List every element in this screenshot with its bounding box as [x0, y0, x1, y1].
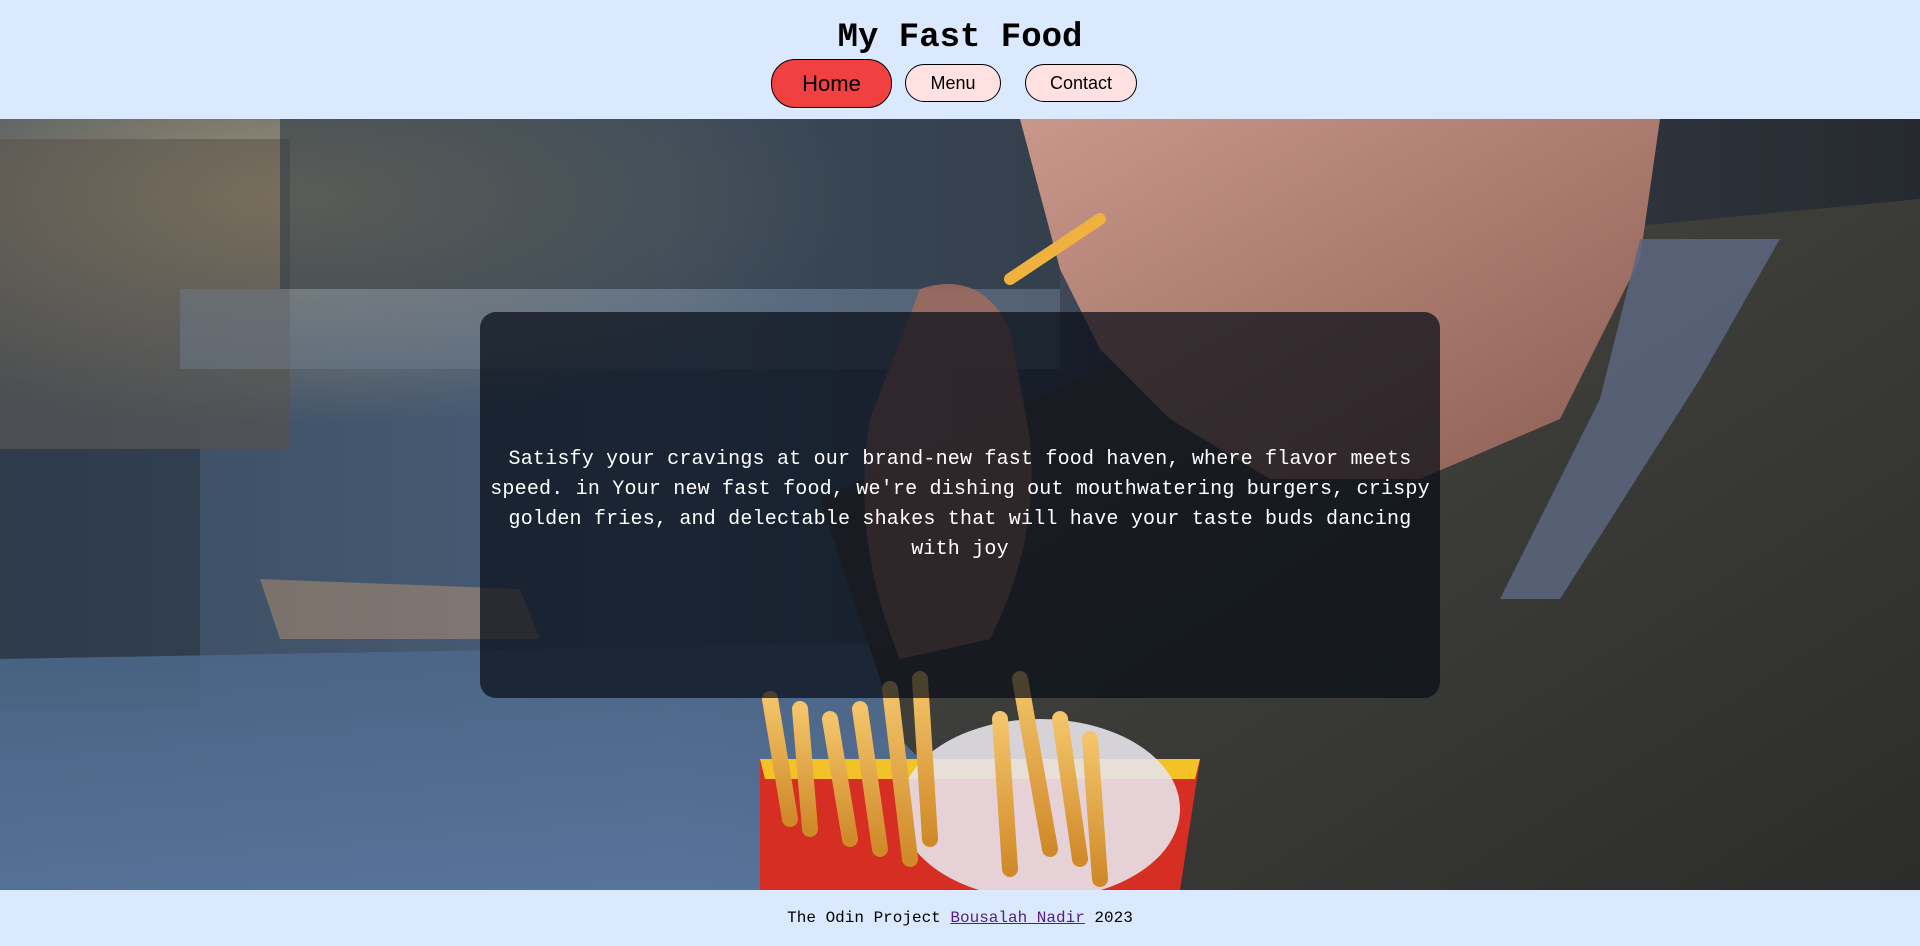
site-title: My Fast Food [837, 19, 1083, 57]
hero-description: Satisfy your cravings at our brand-new f… [490, 448, 1430, 561]
site-footer: The Odin Project Bousalah Nadir 2023 [0, 890, 1920, 946]
footer-year: 2023 [1094, 909, 1133, 927]
main-nav: Home Menu Contact [0, 59, 1920, 109]
hero-section: Satisfy your cravings at our brand-new f… [0, 119, 1920, 890]
site-header: My Fast Food Home Menu Contact [0, 0, 1920, 118]
footer-prefix: The Odin Project [787, 909, 941, 927]
nav-menu-button[interactable]: Menu [905, 64, 1001, 102]
nav-home-button[interactable]: Home [771, 59, 892, 108]
hero-text-card: Satisfy your cravings at our brand-new f… [480, 312, 1440, 698]
footer-author-link[interactable]: Bousalah Nadir [950, 909, 1084, 927]
nav-contact-button[interactable]: Contact [1025, 64, 1137, 102]
